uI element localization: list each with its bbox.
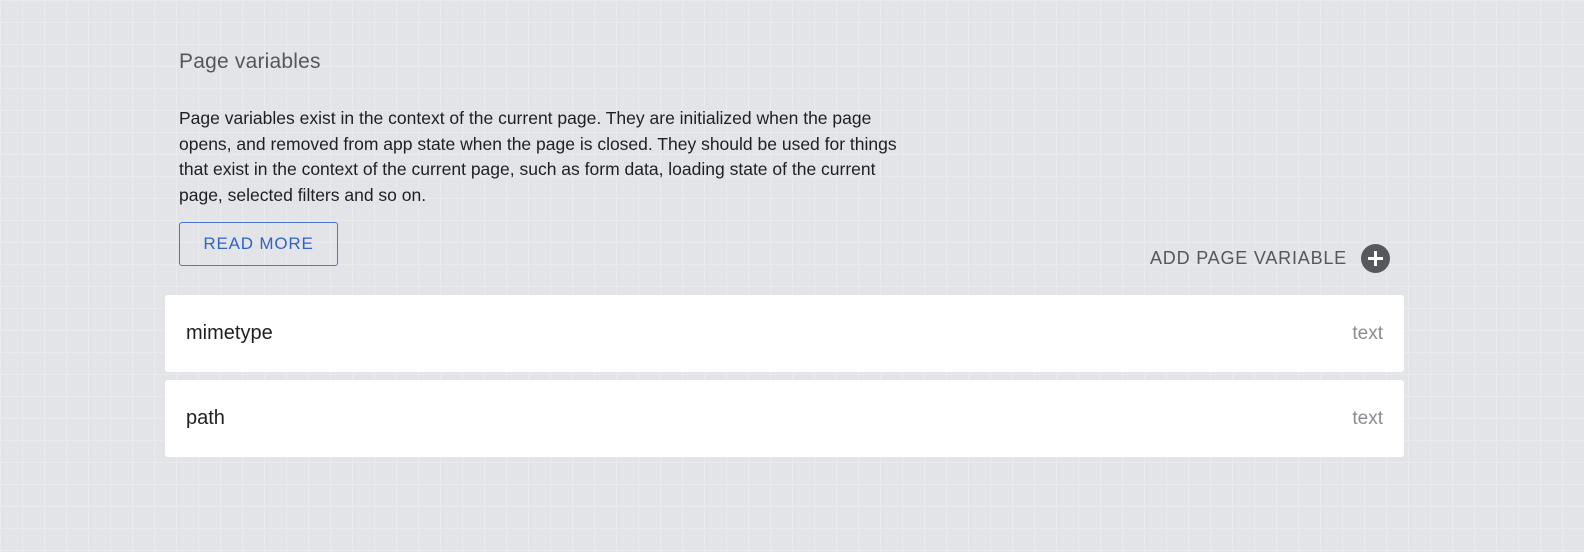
- add-page-variable-button[interactable]: ADD PAGE VARIABLE: [1150, 244, 1390, 273]
- variable-name: mimetype: [186, 322, 273, 344]
- variable-type: text: [1352, 407, 1383, 429]
- plus-glyph-icon: [1368, 251, 1383, 266]
- page-variable-list: mimetype text path text: [165, 295, 1404, 465]
- page-variable-row[interactable]: path text: [165, 380, 1404, 457]
- add-page-variable-label: ADD PAGE VARIABLE: [1150, 248, 1347, 268]
- read-more-button[interactable]: READ MORE: [179, 222, 338, 266]
- variable-name: path: [186, 407, 225, 429]
- variable-type: text: [1352, 322, 1383, 344]
- page-variables-title: Page variables: [179, 50, 321, 73]
- page-variable-row[interactable]: mimetype text: [165, 295, 1404, 372]
- plus-circle-icon[interactable]: [1361, 244, 1390, 273]
- page-variables-description: Page variables exist in the context of t…: [179, 108, 897, 205]
